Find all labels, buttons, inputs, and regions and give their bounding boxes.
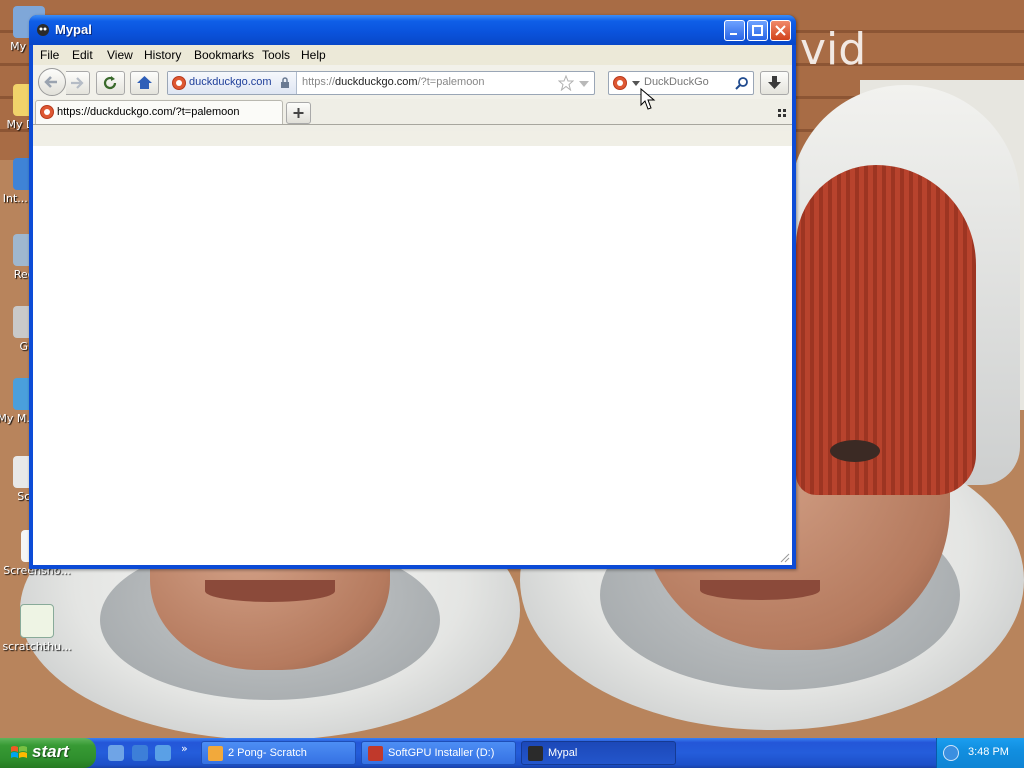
search-bar[interactable]: DuckDuckGo — [608, 71, 754, 95]
mouth-right — [700, 580, 820, 600]
padlock-icon — [281, 77, 289, 88]
url-text: https://duckduckgo.com/?t=palemoon — [302, 76, 485, 88]
browser-window: Mypal File Edit View History Bookmarks T… — [29, 15, 796, 569]
tab-duckduckgo[interactable]: https://duckduckgo.com/?t=palemoon — [35, 100, 283, 124]
menu-history[interactable]: History — [144, 48, 181, 62]
file-icon — [20, 604, 54, 638]
search-engine-icon[interactable] — [613, 76, 627, 90]
close-button[interactable] — [770, 20, 791, 41]
menu-help[interactable]: Help — [301, 48, 326, 62]
quicklaunch-browser-icon[interactable] — [108, 745, 124, 761]
home-icon — [137, 76, 152, 89]
maximize-icon — [752, 25, 763, 36]
engine-dropdown-icon[interactable] — [632, 81, 640, 87]
quicklaunch-overflow-icon[interactable]: » — [181, 742, 188, 755]
red-beanie — [796, 165, 976, 495]
system-tray: 3:48 PM — [936, 738, 1024, 768]
new-tab-button[interactable] — [286, 102, 311, 124]
back-arrow-icon — [44, 76, 57, 88]
tab-separator — [33, 124, 792, 125]
taskbar-item-mypal[interactable]: Mypal — [521, 741, 676, 765]
tab-title: https://duckduckgo.com/?t=palemoon — [57, 106, 240, 118]
taskbar-item-softgpu-installer[interactable]: SoftGPU Installer (D:) — [361, 741, 516, 765]
minimize-icon — [730, 33, 737, 35]
taskbar-item-pong-scratch[interactable]: 2 Pong- Scratch — [201, 741, 356, 765]
taskbar: start » 2 Pong- Scratch SoftGPU Installe… — [0, 738, 1024, 768]
url-dropdown-icon[interactable] — [578, 79, 590, 89]
home-button[interactable] — [130, 71, 159, 95]
scratch-cat-icon — [208, 746, 223, 761]
menu-tools[interactable]: Tools — [262, 48, 290, 62]
downloads-button[interactable] — [760, 71, 789, 95]
resize-grip-icon[interactable] — [780, 553, 790, 563]
clock: 3:48 PM — [968, 746, 1009, 758]
site-identity-button[interactable]: duckduckgo.com — [168, 72, 297, 94]
identity-domain: duckduckgo.com — [189, 76, 272, 88]
back-button[interactable] — [38, 68, 66, 96]
tray-expand-icon[interactable] — [943, 745, 959, 761]
duckduckgo-favicon-icon — [172, 76, 186, 90]
url-bar[interactable]: duckduckgo.com https://duckduckgo.com/?t… — [167, 71, 595, 95]
maximize-button[interactable] — [747, 20, 768, 41]
menu-view[interactable]: View — [107, 48, 133, 62]
close-icon — [775, 25, 786, 36]
search-placeholder: DuckDuckGo — [644, 76, 709, 88]
quicklaunch-media-icon[interactable] — [155, 745, 171, 761]
window-title: Mypal — [55, 22, 92, 37]
menu-bar: File Edit View History Bookmarks Tools H… — [33, 45, 792, 65]
plus-icon — [293, 108, 304, 118]
browser-client: File Edit View History Bookmarks Tools H… — [33, 45, 792, 565]
forward-arrow-icon — [71, 77, 84, 89]
mypal-icon — [528, 746, 543, 761]
windows-logo-icon — [11, 746, 27, 758]
start-button[interactable]: start — [0, 738, 96, 768]
navigation-toolbar: duckduckgo.com https://duckduckgo.com/?t… — [33, 65, 792, 99]
reload-icon — [103, 76, 117, 90]
eye-right — [830, 440, 880, 462]
start-label: start — [32, 742, 69, 761]
mouse-cursor-icon — [640, 88, 656, 110]
menu-bookmarks[interactable]: Bookmarks — [194, 48, 254, 62]
minimize-button[interactable] — [724, 20, 745, 41]
menu-file[interactable]: File — [40, 48, 59, 62]
all-tabs-icon[interactable] — [778, 109, 787, 118]
menu-edit[interactable]: Edit — [72, 48, 93, 62]
search-icon[interactable] — [735, 76, 749, 90]
download-arrow-icon — [768, 76, 781, 89]
desktop-icon-scratchthumb[interactable]: scratchthu... — [2, 604, 72, 653]
quicklaunch-ie-icon[interactable] — [132, 745, 148, 761]
mouth-left — [205, 580, 335, 602]
watermark-text: vid — [800, 24, 867, 75]
reload-button[interactable] — [96, 71, 125, 95]
tab-favicon-icon — [40, 105, 54, 119]
title-bar[interactable]: Mypal — [29, 15, 796, 45]
forward-button[interactable] — [66, 71, 90, 95]
bookmark-star-icon[interactable] — [558, 75, 574, 91]
page-content[interactable] — [33, 146, 792, 565]
installer-icon — [368, 746, 383, 761]
mypal-app-icon — [37, 24, 49, 36]
